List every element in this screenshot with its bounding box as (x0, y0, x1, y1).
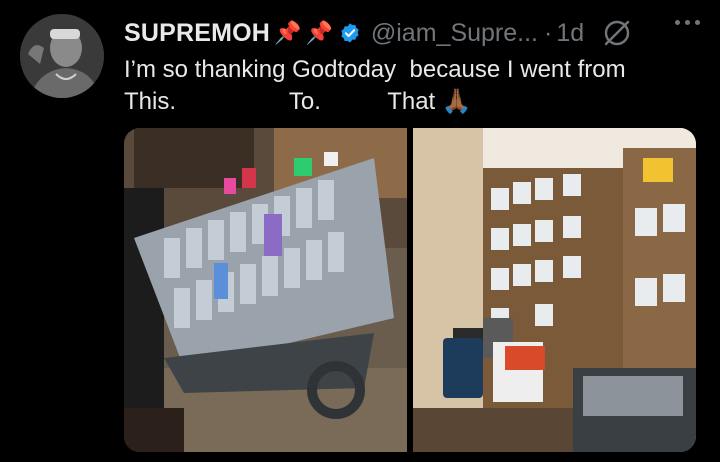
more-options-icon[interactable] (675, 20, 700, 25)
verified-badge-icon (339, 22, 361, 44)
tweet-text: I’m so thanking Godtoday because I went … (124, 54, 694, 118)
photo-shop[interactable] (413, 128, 696, 452)
user-handle[interactable]: @iam_Supre... (371, 19, 538, 48)
pin-emoji: 📌 (274, 20, 302, 45)
tweet-media (124, 128, 696, 452)
grok-icon[interactable] (602, 18, 632, 48)
tweet-text-line-2: This. To. That 🙏🏾 (124, 88, 472, 115)
avatar[interactable] (20, 14, 104, 98)
separator-dot: · (544, 18, 553, 47)
pin-emoji: 📌 (305, 20, 333, 45)
display-name[interactable]: SUPREMOH (124, 19, 270, 48)
tweet-header: SUPREMOH 📌 📌 @iam_Supre... · 1d (124, 16, 632, 50)
timestamp[interactable]: 1d (556, 19, 584, 48)
photo-wheelbarrow[interactable] (124, 128, 407, 452)
tweet-text-line-1: I’m so thanking Godtoday because I went … (124, 56, 626, 83)
avatar-image (20, 14, 104, 98)
